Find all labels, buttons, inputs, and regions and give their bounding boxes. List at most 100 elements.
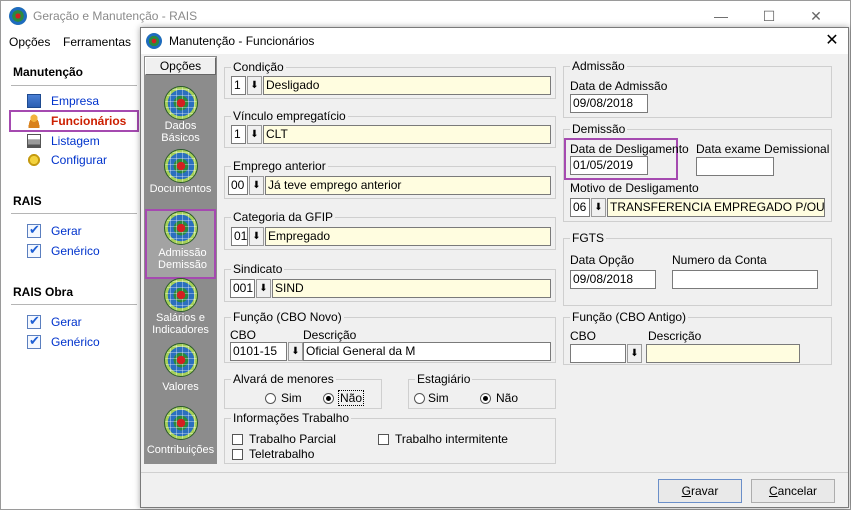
alvara-sim-radio[interactable] (265, 393, 276, 404)
sindicato-code-field[interactable]: 001 (230, 279, 255, 298)
group-condicao: Condição 1 Desligado (224, 60, 556, 99)
group-funcao-cbo-antigo: Função (CBO Antigo) CBO Descrição (563, 310, 832, 365)
group-label: Função (CBO Novo) (231, 310, 344, 324)
nav-item-label: Configurar (51, 153, 108, 167)
sidebar-item-label: Documentos (149, 183, 212, 195)
close-dialog-button[interactable]: ✕ (821, 31, 843, 51)
menu-ferramentas[interactable]: Ferramentas (63, 35, 131, 49)
globe-icon (164, 149, 198, 183)
group-label: Admissão (570, 59, 627, 73)
globe-icon (164, 278, 198, 312)
categoria-gfip-value-field[interactable]: Empregado (265, 227, 551, 246)
group-label: Função (CBO Antigo) (570, 310, 689, 324)
left-navigation-panel: Manutenção Empresa Funcionários Listagem… (1, 53, 139, 473)
section-title-manutencao: Manutenção (13, 65, 84, 79)
estagiario-sim-label: Sim (428, 391, 449, 405)
categoria-gfip-dropdown-button[interactable] (249, 227, 264, 246)
nav-item-label: Empresa (51, 94, 100, 108)
checkbox-icon (27, 333, 41, 349)
group-label: Vínculo empregatício (231, 109, 348, 123)
section-divider (11, 304, 137, 305)
numero-conta-field[interactable] (672, 270, 818, 289)
minimize-button[interactable]: — (706, 5, 736, 27)
menu-opcoes[interactable]: Opções (9, 35, 50, 49)
sidebar-header: Opções (145, 57, 216, 75)
sidebar-item-label: Salários e Indicadores (152, 312, 209, 336)
maximize-button[interactable]: ☐ (754, 5, 784, 27)
document-icon (27, 94, 41, 108)
categoria-gfip-code-field[interactable]: 01 (231, 227, 248, 246)
cbo-novo-field[interactable]: 0101-15 (230, 342, 287, 361)
main-window-title: Geração e Manutenção - RAIS (33, 9, 198, 23)
nav-item-label: Funcionários (51, 114, 127, 128)
data-exame-demissional-field[interactable] (696, 157, 774, 176)
nav-item-funcionarios[interactable]: Funcionários (9, 110, 139, 132)
globe-icon (164, 211, 198, 245)
group-label: Categoria da GFIP (231, 210, 336, 224)
descricao-label: Descrição (303, 328, 357, 342)
sidebar-item-valores[interactable]: Valores (145, 343, 216, 403)
gravar-button[interactable]: Gravar (658, 479, 742, 503)
cbo-antigo-label: CBO (570, 329, 597, 343)
vinculo-code-field[interactable]: 1 (231, 125, 246, 144)
sindicato-dropdown-button[interactable] (256, 279, 271, 298)
funcionarios-dialog: Manutenção - Funcionários ✕ Opções Dados… (140, 27, 849, 508)
cancelar-button[interactable]: Cancelar (751, 479, 835, 503)
sindicato-value-field[interactable]: SIND (272, 279, 551, 298)
cbo-antigo-field[interactable] (570, 344, 626, 363)
condicao-value-field[interactable]: Desligado (263, 76, 551, 95)
group-label: FGTS (570, 231, 606, 245)
sidebar-item-label: Valores (162, 381, 199, 393)
estagiario-sim-radio[interactable] (414, 393, 425, 404)
data-admissao-field[interactable]: 09/08/2018 (570, 94, 648, 113)
options-sidebar: Opções Dados Básicos Documentos Admissão D… (144, 56, 217, 464)
trabalho-intermitente-checkbox[interactable] (378, 434, 389, 445)
printer-icon (27, 134, 41, 148)
sidebar-item-label: Dados Básicos (161, 120, 200, 144)
group-informacoes-trabalho: Informações Trabalho Trabalho Parcial Tr… (224, 411, 556, 464)
cbo-novo-descricao-field[interactable]: Oficial General da M (303, 342, 551, 361)
cbo-antigo-descricao-field[interactable] (646, 344, 800, 363)
group-label: Informações Trabalho (231, 411, 352, 425)
motivo-code-field[interactable]: 06 (570, 198, 590, 217)
motivo-dropdown-button[interactable] (591, 198, 606, 217)
descricao-antigo-label: Descrição (648, 329, 702, 343)
data-exame-demissional-label: Data exame Demissional (696, 142, 830, 156)
emprego-anterior-dropdown-button[interactable] (249, 176, 264, 195)
data-desligamento-field[interactable]: 01/05/2019 (570, 156, 648, 175)
condicao-dropdown-button[interactable] (247, 76, 262, 95)
alvara-nao-radio[interactable] (323, 393, 334, 404)
group-label: Estagiário (415, 372, 473, 386)
close-main-button[interactable]: ✕ (801, 5, 831, 27)
estagiario-nao-radio[interactable] (480, 393, 491, 404)
sidebar-item-label: Admissão Demissão (158, 247, 207, 271)
nav-item-label: Gerar (51, 315, 82, 329)
sidebar-item-salarios[interactable]: Salários e Indicadores (145, 278, 216, 338)
sidebar-item-documentos[interactable]: Documentos (145, 149, 216, 209)
teletrabalho-label: Teletrabalho (249, 447, 315, 461)
section-divider (11, 213, 137, 214)
sidebar-item-contribuicoes[interactable]: Contribuições (145, 406, 216, 466)
group-label: Demissão (570, 122, 628, 136)
group-label: Condição (231, 60, 286, 74)
section-title-rais-obra: RAIS Obra (13, 285, 74, 299)
emprego-anterior-code-field[interactable]: 00 (228, 176, 248, 195)
motivo-desligamento-label: Motivo de Desligamento (570, 181, 699, 195)
checkbox-icon (27, 313, 41, 329)
vinculo-dropdown-button[interactable] (247, 125, 262, 144)
emprego-anterior-value-field[interactable]: Já teve emprego anterior (265, 176, 551, 195)
vinculo-value-field[interactable]: CLT (263, 125, 551, 144)
person-icon (27, 114, 41, 128)
cbo-novo-dropdown-button[interactable] (288, 342, 303, 361)
cbo-antigo-dropdown-button[interactable] (627, 344, 642, 363)
teletrabalho-checkbox[interactable] (232, 449, 243, 460)
globe-icon (164, 86, 198, 120)
sidebar-item-dados-basicos[interactable]: Dados Básicos (145, 86, 216, 146)
group-sindicato: Sindicato 001 SIND (224, 262, 556, 302)
sidebar-item-admissao-demissao[interactable]: Admissão Demissão (145, 209, 216, 279)
data-opcao-field[interactable]: 09/08/2018 (570, 270, 656, 289)
cbo-label: CBO (230, 328, 257, 342)
motivo-value-field[interactable]: TRANSFERENCIA EMPREGADO P/OUTR (607, 198, 825, 217)
condicao-code-field[interactable]: 1 (231, 76, 246, 95)
trabalho-parcial-checkbox[interactable] (232, 434, 243, 445)
